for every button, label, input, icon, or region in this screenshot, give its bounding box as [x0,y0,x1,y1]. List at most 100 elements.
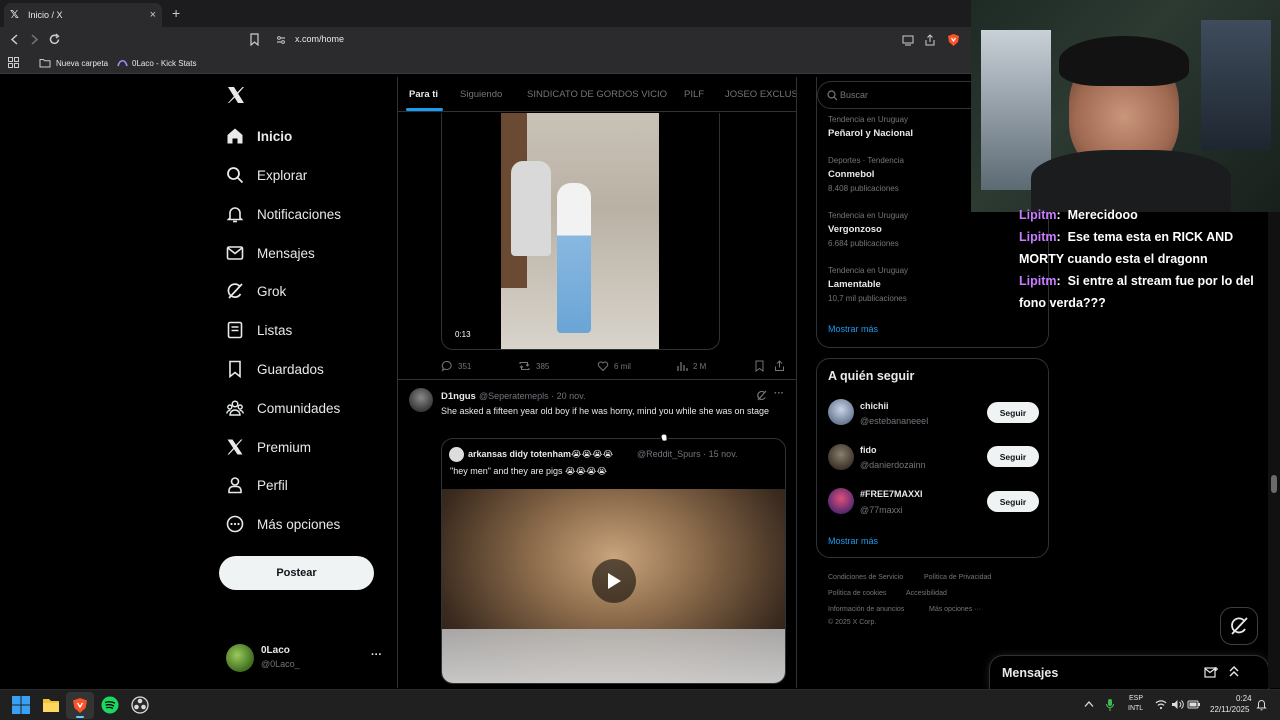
address-bar[interactable]: x.com/home [270,30,966,50]
follow-button[interactable]: Seguir [987,402,1039,423]
x-logo-icon[interactable] [227,86,245,104]
nav-item-grok[interactable]: Grok [226,279,286,303]
spotify-icon[interactable] [101,696,119,714]
trend-name[interactable]: Conmebol [828,169,874,180]
avatar[interactable] [828,488,854,514]
notification-bell-icon[interactable] [1256,698,1267,711]
follow-user-name[interactable]: chichii [860,401,889,411]
tab-joseo[interactable]: JOSEO EXCLUSIV [725,89,796,100]
bookmark-folder[interactable]: Nueva carpeta [39,58,108,68]
nav-item-explorar[interactable]: Explorar [226,163,307,187]
share-icon[interactable] [774,360,785,372]
footer-link-accessibility[interactable]: Accesibilidad [906,590,947,597]
nav-item-guardados[interactable]: Guardados [226,357,324,381]
site-settings-icon[interactable] [276,35,286,45]
play-button[interactable] [592,559,636,603]
account-switcher[interactable]: 0Laco @0Laco_ ··· [226,643,396,673]
input-language[interactable]: ESP [1129,695,1143,702]
clock-time[interactable]: 0:24 [1236,694,1252,703]
tab-sindicato[interactable]: SINDICATO DE GORDOS VICIO [527,89,667,100]
bookmark-icon [229,360,241,378]
post-video[interactable]: 0:13 [441,113,720,350]
nav-item-mensajes[interactable]: Mensajes [226,241,315,265]
nav-item-comunidades[interactable]: Comunidades [226,396,340,420]
views-action[interactable]: 2 M [676,360,706,372]
footer-link-terms[interactable]: Condiciones de Servicio [828,574,903,581]
author-avatar[interactable] [409,388,433,412]
follow-button[interactable]: Seguir [987,491,1039,512]
tab-pilf[interactable]: PILF [684,89,704,100]
quoted-post[interactable]: arkansas didy totenham😭😭😭😭 @Reddit_Spurs… [441,438,786,684]
quote-video[interactable] [442,489,785,683]
windows-start-icon[interactable] [12,696,30,714]
tab-siguiendo[interactable]: Siguiendo [460,89,502,100]
trends-show-more[interactable]: Mostrar más [828,324,878,334]
follow-button[interactable]: Seguir [987,446,1039,467]
grok-floating-button[interactable] [1220,607,1258,645]
avatar[interactable] [828,399,854,425]
follow-user-name[interactable]: fido [860,445,877,455]
follow-user-name[interactable]: #FREE7MAXXI [860,489,923,499]
apps-grid-icon[interactable] [8,57,19,68]
avatar[interactable] [828,444,854,470]
video-bath [442,629,785,683]
post-more-icon[interactable]: ··· [774,388,784,399]
bookmark-icon[interactable] [754,360,765,372]
messages-drawer[interactable]: Mensajes [989,655,1269,689]
tab-close-icon[interactable]: × [150,9,156,21]
footer-link-cookies[interactable]: Política de cookies [828,590,886,597]
bookmark-page-icon[interactable] [249,33,260,46]
new-tab-button[interactable]: + [172,5,180,21]
brave-shield-icon[interactable] [947,33,960,47]
nav-label: Inicio [257,128,293,144]
file-explorer-icon[interactable] [42,696,60,713]
view-count: 2 M [693,361,707,371]
like-action[interactable]: 6 mil [597,360,631,372]
forward-icon[interactable] [29,34,40,45]
wifi-icon[interactable] [1155,699,1167,710]
footer-link-privacy[interactable]: Política de Privacidad [924,574,991,581]
post-handle-date[interactable]: @Seperatemepls · 20 nov. [479,391,586,401]
back-icon[interactable] [9,34,20,45]
trend-name[interactable]: Peñarol y Nacional [828,128,913,139]
bell-icon [226,207,244,223]
post-button[interactable]: Postear [219,556,374,590]
nav-item-listas[interactable]: Listas [226,318,292,342]
nav-item-mas-opciones[interactable]: Más opciones [226,512,340,536]
chevron-up-icon[interactable] [1084,700,1094,708]
trend-name[interactable]: Vergonzoso [828,224,882,235]
account-more-icon[interactable]: ··· [371,649,382,661]
trend-name[interactable]: Lamentable [828,279,881,290]
url-text[interactable]: x.com/home [295,34,344,44]
volume-icon[interactable] [1171,699,1184,710]
clock-date[interactable]: 22/11/2025 [1210,705,1249,714]
chat-username: Lipitm [1019,208,1057,222]
reply-action[interactable]: 351 [441,360,471,372]
grok-icon[interactable] [756,390,767,401]
battery-icon[interactable] [1187,699,1201,710]
microphone-icon[interactable] [1105,698,1115,712]
nav-item-inicio[interactable]: Inicio [226,124,292,148]
follow-show-more[interactable]: Mostrar más [828,536,878,546]
footer-link-ads-info[interactable]: Información de anuncios [828,606,904,613]
heart-icon [597,361,609,372]
repost-action[interactable]: 385 [518,360,549,372]
footer-link-more[interactable]: Más opciones ··· [929,606,981,613]
chevron-up-icon[interactable] [1228,665,1240,678]
nav-item-premium[interactable]: Premium [226,435,311,459]
nav-item-perfil[interactable]: Perfil [226,473,288,497]
obs-icon[interactable] [131,696,149,714]
nav-item-notificaciones[interactable]: Notificaciones [226,202,341,226]
taskbar-active-app[interactable] [66,692,94,719]
new-message-icon[interactable] [1204,666,1218,679]
tab-para-ti[interactable]: Para ti [409,89,438,100]
share-icon[interactable] [924,34,936,46]
reload-icon[interactable] [48,33,61,46]
post-author[interactable]: D1ngus [441,391,476,402]
bookmark-kick-stats[interactable]: 0Laco - Kick Stats [117,58,196,68]
input-layout[interactable]: INTL [1128,705,1143,712]
browser-tab[interactable]: 𝕏 Inicio / X × [4,3,162,27]
scrollbar-thumb[interactable] [1271,475,1277,493]
bookmarks-bar: Nueva carpeta 0Laco - Kick Stats [0,52,971,74]
cast-icon[interactable] [902,34,914,46]
